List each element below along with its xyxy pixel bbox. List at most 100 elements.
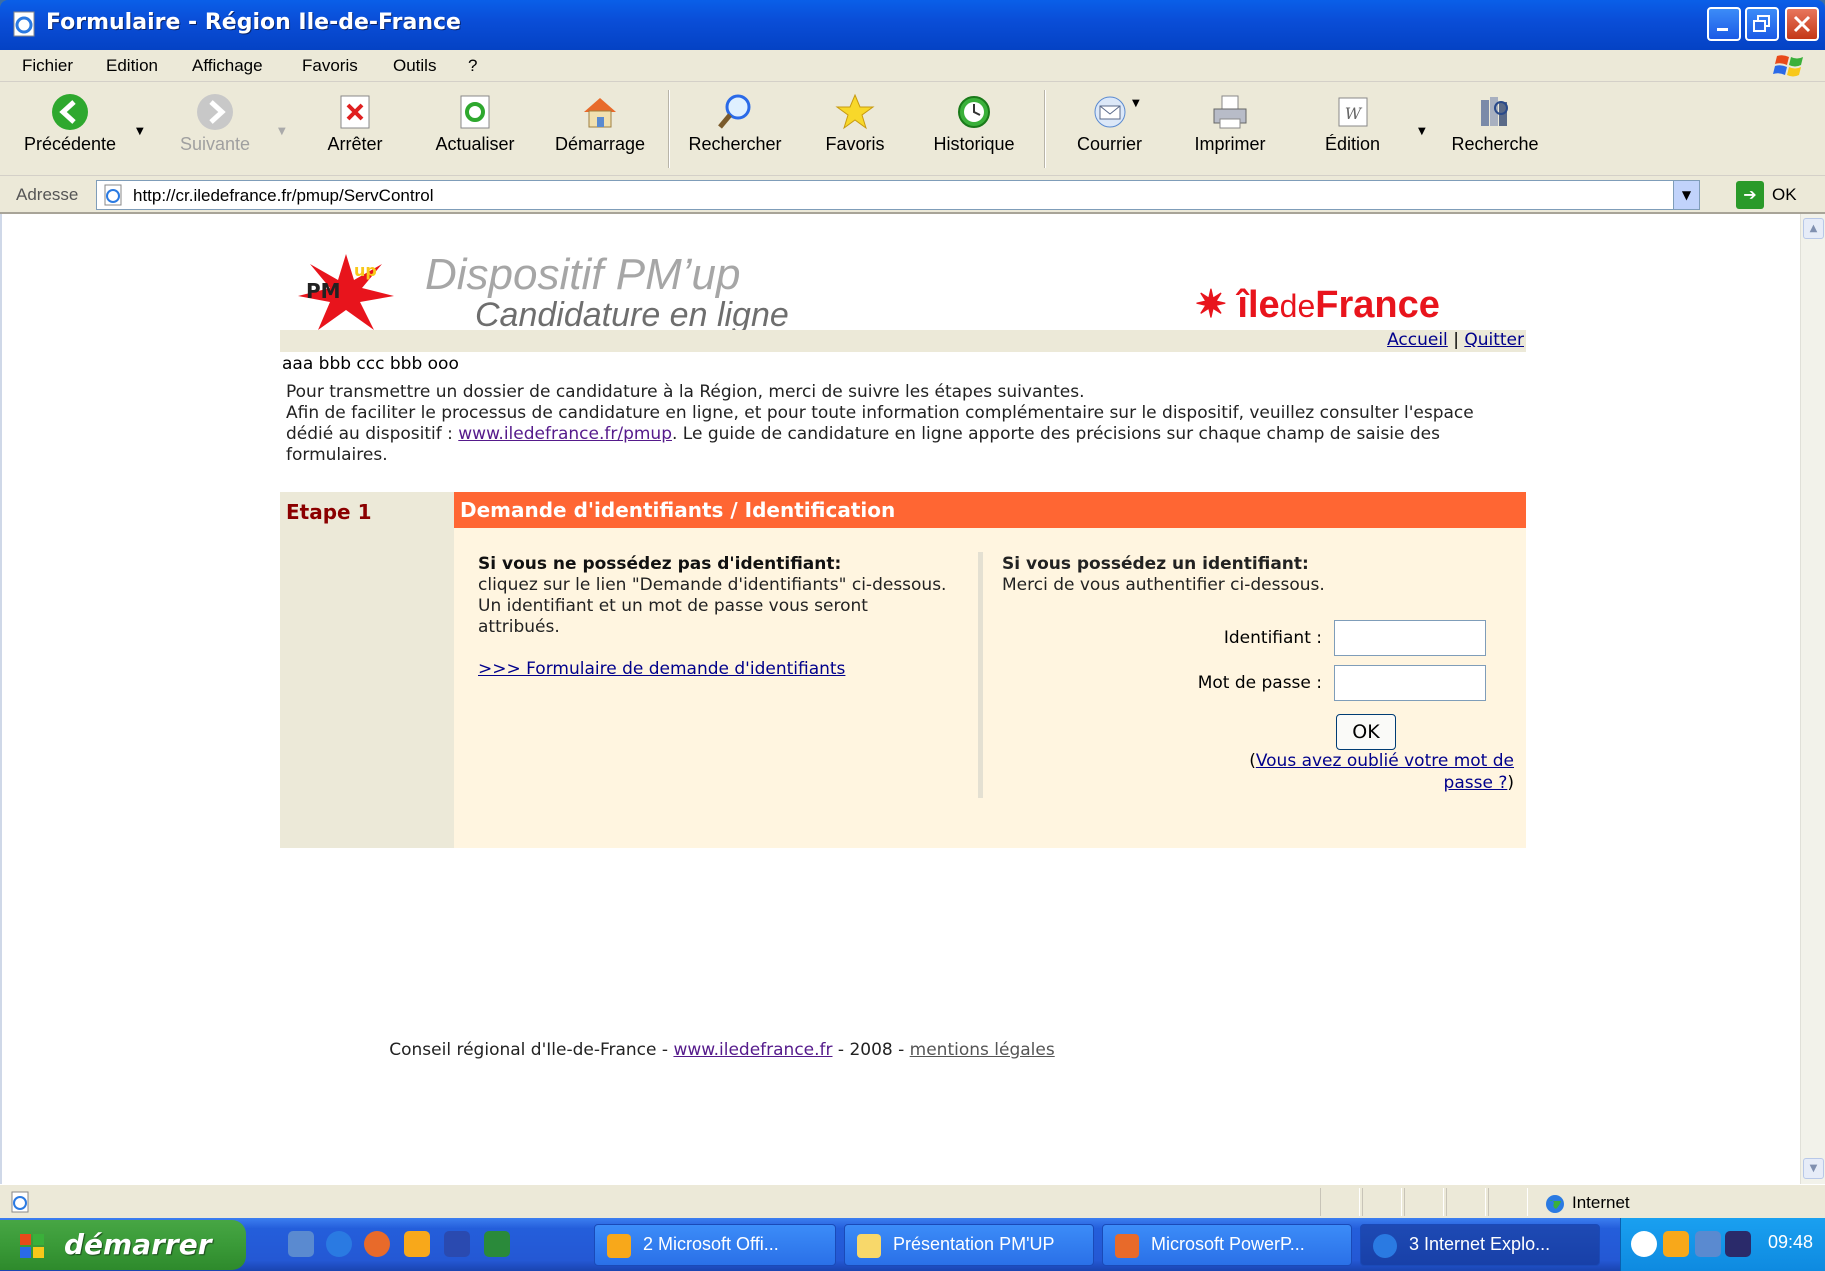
menu-outils[interactable]: Outils [393, 56, 436, 76]
address-label: Adresse [16, 185, 79, 204]
forward-dropdown-icon: ▼ [278, 126, 286, 137]
page-content: PM up Dispositif PM’up Candidature en li… [0, 214, 1800, 1184]
tray-back-icon[interactable] [1631, 1231, 1657, 1257]
nav-accueil-link[interactable]: Accueil [1387, 330, 1448, 350]
forgot-password-link[interactable]: Vous avez oublié votre mot de passe ? [1256, 751, 1514, 793]
task-internet-explorer[interactable]: 3 Internet Explo... [1360, 1224, 1600, 1266]
stop-button[interactable]: Arrêter [310, 86, 400, 172]
asterisk-logo-icon: ✷ [1195, 284, 1238, 326]
user-name: aaa bbb ccc bbb ooo [282, 354, 459, 374]
back-arrow-icon [52, 94, 88, 130]
svg-text:PM: PM [306, 279, 341, 303]
quicklaunch-ie-icon[interactable] [326, 1231, 352, 1257]
minimize-button[interactable] [1707, 7, 1741, 41]
taskbar: démarrer 2 Microsoft Offi... Présentatio… [0, 1218, 1825, 1271]
menu-help[interactable]: ? [468, 56, 477, 76]
address-input[interactable]: http://cr.iledefrance.fr/pmup/ServContro… [96, 180, 1700, 210]
back-button[interactable]: Précédente [10, 86, 130, 172]
step-number: Etape 1 [286, 500, 372, 524]
password-input[interactable] [1334, 665, 1486, 701]
search-button[interactable]: Rechercher [680, 86, 790, 172]
vertical-scrollbar[interactable]: ▲ ▼ [1800, 214, 1825, 1184]
task-powerpoint[interactable]: Microsoft PowerP... [1102, 1224, 1352, 1266]
favorites-button[interactable]: Favoris [810, 86, 900, 172]
printer-icon [1213, 95, 1247, 129]
home-icon [584, 98, 616, 128]
go-arrow-icon[interactable]: ➔ [1736, 181, 1764, 209]
research-button[interactable]: Recherche [1440, 86, 1550, 172]
quicklaunch-word-icon[interactable] [444, 1231, 470, 1257]
edit-button[interactable]: W Édition [1305, 86, 1400, 172]
password-label: Mot de passe : [1197, 673, 1322, 693]
quicklaunch-office-icon[interactable] [404, 1231, 430, 1257]
task-microsoft-office[interactable]: 2 Microsoft Offi... [594, 1224, 836, 1266]
title-bar[interactable]: Formulaire - Région Ile-de-France [0, 0, 1825, 50]
quicklaunch-firefox-icon[interactable] [364, 1231, 390, 1257]
request-heading: Si vous ne possédez pas d'identifiant: [478, 554, 842, 574]
pmup-info-link[interactable]: www.iledefrance.fr/pmup [458, 424, 672, 444]
start-button[interactable]: démarrer [0, 1220, 246, 1270]
edit-dropdown-icon[interactable]: ▼ [1418, 126, 1426, 137]
page-container: PM up Dispositif PM’up Candidature en li… [280, 214, 1526, 1114]
menu-bar: Fichier Edition Affichage Favoris Outils… [0, 50, 1825, 82]
task-presentation-folder[interactable]: Présentation PM'UP [844, 1224, 1094, 1266]
request-section: Si vous ne possédez pas d'identifiant: c… [478, 554, 947, 679]
toolbar-separator [668, 90, 670, 168]
office-icon [607, 1234, 631, 1258]
legal-notice-link[interactable]: mentions légales [910, 1040, 1055, 1060]
restore-icon [1753, 15, 1770, 32]
mail-dropdown-icon[interactable]: ▼ [1132, 98, 1140, 109]
identifiant-label: Identifiant : [1223, 628, 1322, 648]
svg-text:W: W [1344, 104, 1362, 123]
close-button[interactable] [1785, 7, 1819, 41]
search-icon [718, 94, 751, 129]
stop-icon [340, 95, 370, 129]
status-segment [1320, 1188, 1360, 1216]
tray-office-icon[interactable] [1663, 1231, 1689, 1257]
address-dropdown-icon[interactable]: ▼ [1673, 181, 1699, 209]
status-segment [1404, 1188, 1444, 1216]
login-ok-button[interactable]: OK [1336, 714, 1396, 750]
tray-volume-icon[interactable] [1725, 1231, 1751, 1257]
mail-button[interactable]: Courrier [1062, 86, 1157, 172]
print-button[interactable]: Imprimer [1180, 86, 1280, 172]
home-button[interactable]: Démarrage [545, 86, 655, 172]
forward-button[interactable]: Suivante [165, 86, 265, 172]
request-credentials-link[interactable]: >>> Formulaire de demande d'identifiants [478, 659, 845, 679]
step-body: Si vous ne possédez pas d'identifiant: c… [454, 528, 1526, 848]
refresh-button[interactable]: Actualiser [425, 86, 525, 172]
close-icon [1793, 15, 1811, 33]
quicklaunch-excel-icon[interactable] [484, 1231, 510, 1257]
site-footer: Conseil régional d'Ile-de-France - www.i… [389, 1040, 1055, 1060]
clock: 09:48 [1767, 1232, 1813, 1252]
restore-button[interactable] [1745, 7, 1779, 41]
scroll-down-icon[interactable]: ▼ [1803, 1158, 1824, 1179]
menu-favoris[interactable]: Favoris [302, 56, 358, 76]
menu-affichage[interactable]: Affichage [192, 56, 263, 76]
toolbar-separator [1044, 90, 1046, 168]
nav-quitter-link[interactable]: Quitter [1464, 330, 1524, 350]
forward-arrow-icon [197, 94, 233, 130]
word-edit-icon: W [1338, 97, 1367, 127]
history-button[interactable]: Historique [924, 86, 1024, 172]
tray-network-icon[interactable] [1695, 1231, 1721, 1257]
ie-page-icon [104, 184, 122, 206]
identifiant-input[interactable] [1334, 620, 1486, 656]
menu-fichier[interactable]: Fichier [22, 56, 73, 76]
nav-separator: | [1453, 330, 1459, 350]
ie-icon [1373, 1234, 1397, 1258]
windows-flag-icon [20, 1234, 44, 1258]
menu-edition[interactable]: Edition [106, 56, 158, 76]
back-dropdown-icon[interactable]: ▼ [136, 126, 144, 137]
refresh-icon [460, 95, 490, 129]
folder-icon [857, 1234, 881, 1258]
powerpoint-icon [1115, 1234, 1139, 1258]
security-zone: Internet [1572, 1193, 1630, 1212]
quicklaunch-outlook-icon[interactable] [288, 1231, 314, 1257]
status-segment [1488, 1188, 1528, 1216]
status-bar: Internet [0, 1184, 1825, 1218]
status-segment [1362, 1188, 1402, 1216]
go-button[interactable]: OK [1772, 185, 1797, 205]
scroll-up-icon[interactable]: ▲ [1803, 218, 1824, 239]
footer-site-link[interactable]: www.iledefrance.fr [673, 1040, 832, 1060]
